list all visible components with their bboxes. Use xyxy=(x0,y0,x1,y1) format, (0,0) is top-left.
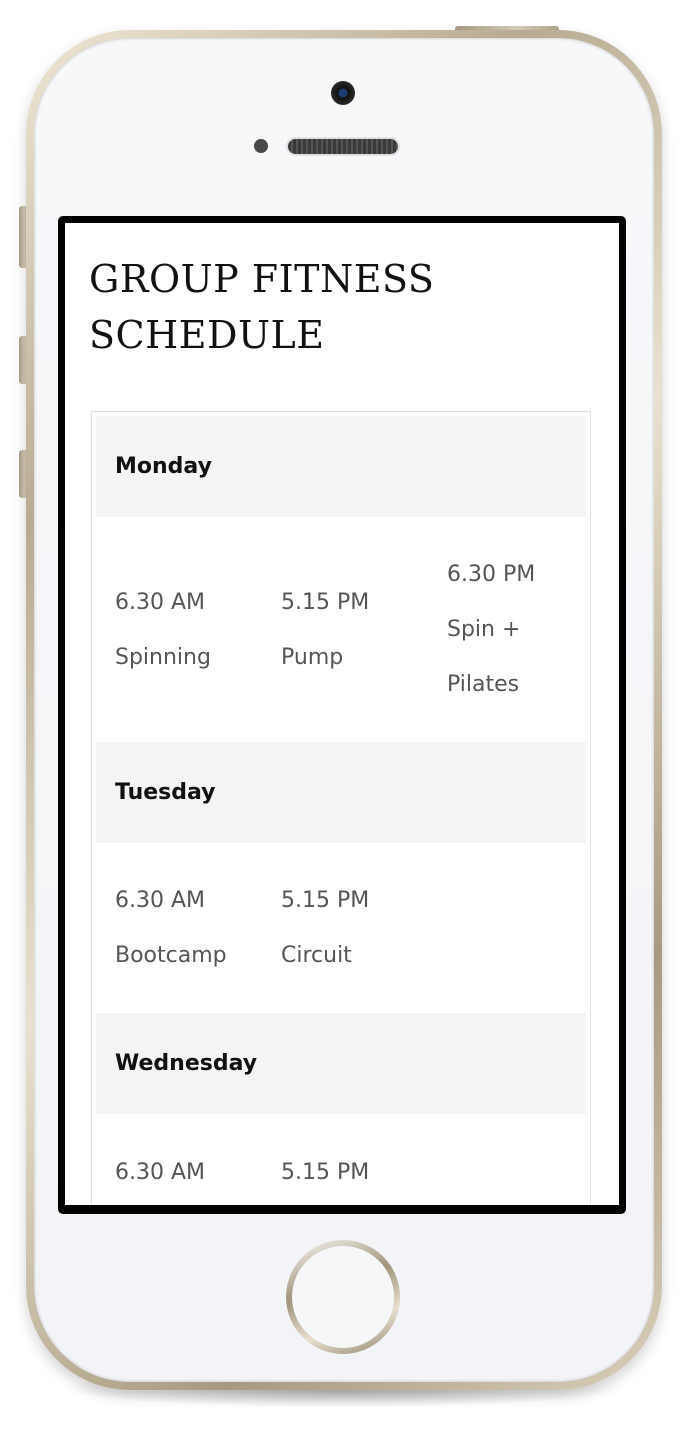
session-time: 5.15 PM xyxy=(281,888,370,913)
session-class: Pump xyxy=(281,644,344,670)
session-cell: 6.30 AM Spinning xyxy=(115,575,281,685)
sessions-row-monday: 6.30 AM Spinning 5.15 PM Pump 6.30 PM Sp… xyxy=(96,517,586,742)
session-time: 6.30 AM xyxy=(115,589,206,615)
session-cell: 6.30 PM Spin + Pilates xyxy=(447,547,557,712)
session-time: 6.30 AM xyxy=(115,1160,206,1185)
schedule-table: Monday 6.30 AM Spinning 5.15 PM Pump 6.3… xyxy=(91,411,591,1205)
sessions-row-wednesday: 6.30 AM 5.15 PM xyxy=(96,1114,586,1205)
sessions-row-tuesday: 6.30 AM Bootcamp 5.15 PM Circuit xyxy=(96,843,586,1013)
page-title: GROUP FITNESS SCHEDULE xyxy=(89,257,435,357)
session-cell: 6.30 AM Bootcamp xyxy=(115,873,281,983)
session-cell: 6.30 AM xyxy=(115,1145,281,1200)
mockup-stage: GROUP FITNESS SCHEDULE Monday 6.30 AM Sp… xyxy=(0,0,684,1444)
session-time: 6.30 AM xyxy=(115,888,206,913)
day-header-monday: Monday xyxy=(96,416,586,517)
session-class: Bootcamp xyxy=(115,943,227,968)
session-class: Circuit xyxy=(281,943,352,968)
session-time: 6.30 PM xyxy=(447,562,536,587)
session-class: Spin + Pilates xyxy=(447,617,521,697)
session-time: 5.15 PM xyxy=(281,589,370,615)
session-class: Spinning xyxy=(115,644,211,670)
earpiece-speaker xyxy=(288,139,398,154)
day-header-wednesday: Wednesday xyxy=(96,1013,586,1114)
session-time: 5.15 PM xyxy=(281,1160,370,1185)
proximity-sensor xyxy=(254,139,268,153)
session-cell: 5.15 PM Circuit xyxy=(281,873,447,983)
screen-viewport[interactable]: GROUP FITNESS SCHEDULE Monday 6.30 AM Sp… xyxy=(65,223,619,1205)
session-cell: 5.15 PM xyxy=(281,1145,447,1200)
home-button[interactable] xyxy=(292,1246,394,1348)
front-camera-icon xyxy=(331,81,355,105)
day-header-tuesday: Tuesday xyxy=(96,742,586,843)
session-cell: 5.15 PM Pump xyxy=(281,575,447,685)
